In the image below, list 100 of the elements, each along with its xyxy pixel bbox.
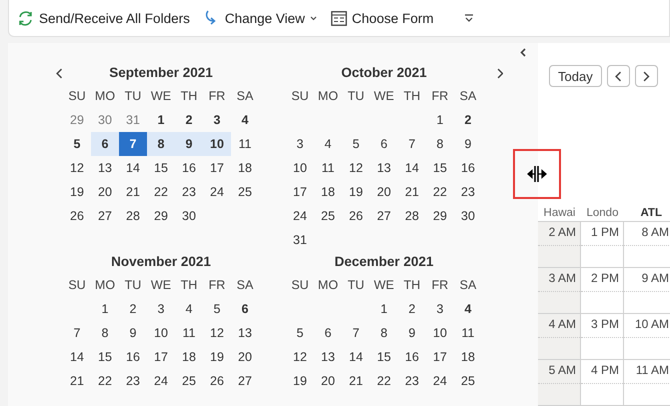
calendar-day[interactable]: 14: [398, 156, 426, 180]
calendar-day[interactable]: 7: [398, 132, 426, 156]
calendar-day[interactable]: 18: [454, 345, 482, 369]
calendar-day[interactable]: 1: [91, 297, 119, 321]
calendar-day[interactable]: 7: [119, 132, 147, 156]
calendar-day[interactable]: 13: [314, 345, 342, 369]
calendar-day[interactable]: 17: [286, 180, 314, 204]
calendar-day[interactable]: 17: [203, 156, 231, 180]
calendar-day[interactable]: 19: [203, 345, 231, 369]
calendar-day[interactable]: 1: [147, 108, 175, 132]
calendar-day[interactable]: 21: [119, 180, 147, 204]
calendar-day[interactable]: 25: [175, 369, 203, 393]
calendar-day[interactable]: 10: [286, 156, 314, 180]
calendar-day[interactable]: 23: [454, 180, 482, 204]
calendar-day[interactable]: 8: [147, 132, 175, 156]
calendar-day[interactable]: 16: [175, 156, 203, 180]
calendar-day[interactable]: 22: [91, 369, 119, 393]
calendar-day[interactable]: 21: [342, 369, 370, 393]
calendar-day[interactable]: 23: [398, 369, 426, 393]
calendar-day[interactable]: 20: [370, 180, 398, 204]
calendar-day[interactable]: 17: [426, 345, 454, 369]
calendar-day[interactable]: 13: [370, 156, 398, 180]
calendar-day[interactable]: 5: [286, 321, 314, 345]
calendar-day[interactable]: 3: [147, 297, 175, 321]
calendar-day[interactable]: 12: [63, 156, 91, 180]
calendar-day[interactable]: 17: [147, 345, 175, 369]
calendar-day[interactable]: 30: [454, 204, 482, 228]
calendar-day[interactable]: 23: [175, 180, 203, 204]
calendar-day[interactable]: 30: [91, 108, 119, 132]
calendar-day[interactable]: 25: [231, 180, 259, 204]
calendar-day[interactable]: 21: [398, 180, 426, 204]
calendar-day[interactable]: 20: [91, 180, 119, 204]
calendar-day[interactable]: 3: [203, 108, 231, 132]
calendar-day[interactable]: 18: [314, 180, 342, 204]
calendar-day[interactable]: 19: [63, 180, 91, 204]
calendar-day[interactable]: 4: [314, 132, 342, 156]
calendar-day[interactable]: 26: [63, 204, 91, 228]
calendar-day[interactable]: 8: [91, 321, 119, 345]
calendar-day[interactable]: 29: [147, 204, 175, 228]
calendar-day[interactable]: 18: [231, 156, 259, 180]
calendar-day[interactable]: 7: [63, 321, 91, 345]
toolbar-button[interactable]: Choose Form: [328, 8, 436, 28]
calendar-day[interactable]: 24: [147, 369, 175, 393]
calendar-day[interactable]: 30: [175, 204, 203, 228]
calendar-day[interactable]: 12: [342, 156, 370, 180]
calendar-day[interactable]: 6: [314, 321, 342, 345]
calendar-day[interactable]: 15: [91, 345, 119, 369]
calendar-day[interactable]: 6: [91, 132, 119, 156]
previous-button[interactable]: [606, 65, 630, 87]
calendar-day[interactable]: 27: [91, 204, 119, 228]
calendar-day[interactable]: 10: [147, 321, 175, 345]
calendar-day[interactable]: 26: [342, 204, 370, 228]
calendar-day[interactable]: 14: [119, 156, 147, 180]
calendar-day[interactable]: 16: [119, 345, 147, 369]
toolbar-button[interactable]: Change View: [202, 7, 319, 29]
calendar-day[interactable]: 7: [342, 321, 370, 345]
calendar-day[interactable]: 10: [203, 132, 231, 156]
calendar-day[interactable]: 15: [426, 156, 454, 180]
calendar-day[interactable]: 29: [63, 108, 91, 132]
next-button[interactable]: [634, 65, 658, 87]
calendar-day[interactable]: 13: [231, 321, 259, 345]
calendar-day[interactable]: 28: [119, 204, 147, 228]
today-button[interactable]: Today: [549, 65, 602, 87]
calendar-day[interactable]: 24: [286, 204, 314, 228]
calendar-day[interactable]: 31: [286, 228, 314, 252]
calendar-day[interactable]: 1: [370, 297, 398, 321]
calendar-day[interactable]: 15: [147, 156, 175, 180]
calendar-day[interactable]: 25: [314, 204, 342, 228]
calendar-day[interactable]: 27: [370, 204, 398, 228]
calendar-day[interactable]: 20: [231, 345, 259, 369]
calendar-day[interactable]: 14: [63, 345, 91, 369]
calendar-day[interactable]: 11: [454, 321, 482, 345]
calendar-day[interactable]: 9: [119, 321, 147, 345]
calendar-day[interactable]: 8: [426, 132, 454, 156]
calendar-day[interactable]: 22: [147, 180, 175, 204]
calendar-day[interactable]: 14: [342, 345, 370, 369]
calendar-day[interactable]: 9: [398, 321, 426, 345]
calendar-day[interactable]: 2: [398, 297, 426, 321]
calendar-day[interactable]: 21: [63, 369, 91, 393]
calendar-day[interactable]: 4: [454, 297, 482, 321]
calendar-day[interactable]: 3: [426, 297, 454, 321]
calendar-day[interactable]: 1: [426, 108, 454, 132]
calendar-day[interactable]: 11: [175, 321, 203, 345]
calendar-day[interactable]: 27: [231, 369, 259, 393]
calendar-day[interactable]: 15: [370, 345, 398, 369]
calendar-day[interactable]: 22: [370, 369, 398, 393]
calendar-day[interactable]: 20: [314, 369, 342, 393]
calendar-day[interactable]: 11: [231, 132, 259, 156]
calendar-day[interactable]: 5: [342, 132, 370, 156]
calendar-day[interactable]: 18: [175, 345, 203, 369]
calendar-day[interactable]: 19: [342, 180, 370, 204]
calendar-day[interactable]: 9: [175, 132, 203, 156]
calendar-day[interactable]: 2: [175, 108, 203, 132]
calendar-day[interactable]: 10: [426, 321, 454, 345]
calendar-day[interactable]: 16: [398, 345, 426, 369]
calendar-day[interactable]: 22: [426, 180, 454, 204]
toolbar-button[interactable]: Send/Receive All Folders: [15, 6, 192, 30]
calendar-day[interactable]: 9: [454, 132, 482, 156]
calendar-day[interactable]: 29: [426, 204, 454, 228]
calendar-day[interactable]: 31: [119, 108, 147, 132]
